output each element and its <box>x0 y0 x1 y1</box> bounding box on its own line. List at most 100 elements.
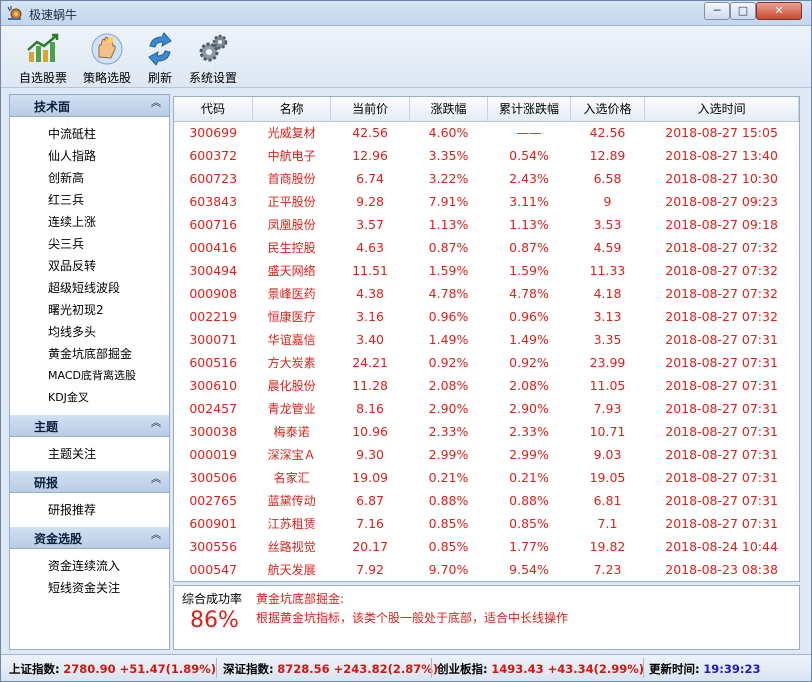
table-row[interactable]: 600516 方大炭素 24.21 0.92% 0.92% 23.99 2018-08-27… <box>174 351 799 374</box>
table-row[interactable]: 002457 青龙管业 8.16 2.90% 2.90% 7.93 2018-08-27 0… <box>174 397 799 420</box>
price-cell: 6.74 <box>356 171 385 186</box>
table-row[interactable]: 300038 梅泰诺 10.96 2.33% 2.33% 10.71 2018-08-27 … <box>174 420 799 443</box>
table-row[interactable]: 300071 华谊嘉信 3.40 1.49% 1.49% 3.35 2018-08-27 0… <box>174 328 799 351</box>
table-row[interactable]: 300494 盛天网络 11.51 1.59% 1.59% 11.33 2018-08-27… <box>174 259 799 282</box>
table-row[interactable]: 300556 丝路视觉 20.17 0.85% 1.77% 19.82 2018-08-24… <box>174 535 799 558</box>
cum-change-cell: 2.90% <box>509 401 549 416</box>
watchlist-button[interactable]: 自选股票 <box>11 30 75 86</box>
sidebar-item[interactable]: 红三兵 <box>10 189 169 211</box>
settings-button[interactable]: 系统设置 <box>185 30 241 86</box>
entry-price-cell: 11.33 <box>589 263 626 278</box>
sidebar-item[interactable]: 短线资金关注 <box>10 577 169 599</box>
table-row[interactable]: 000908 景峰医药 4.38 4.78% 4.78% 4.18 2018-08-27 0… <box>174 282 799 305</box>
close-button[interactable]: ✕ <box>756 2 802 20</box>
strategy-title: 黄金坑底部掘金: <box>256 592 345 606</box>
table-row[interactable]: 600372 中航电子 12.96 3.35% 0.54% 12.89 2018-08-27… <box>174 144 799 167</box>
refresh-button[interactable]: 刷新 <box>141 30 179 86</box>
entry-price-cell: 7.23 <box>593 562 622 577</box>
entry-time-cell: 2018-08-27 09:18 <box>665 217 778 232</box>
name-cell: 梅泰诺 <box>273 425 310 439</box>
entry-time-cell: 2018-08-27 07:32 <box>665 263 778 278</box>
cum-change-cell: 0.88% <box>509 493 549 508</box>
column-header[interactable]: 入选价格 <box>570 97 646 122</box>
entry-time-cell: 2018-08-27 15:05 <box>665 125 778 141</box>
sidebar-item[interactable]: 超级短线波段 <box>10 277 169 299</box>
entry-time-cell: 2018-08-27 07:31 <box>665 470 778 485</box>
cum-change-cell: 1.77% <box>509 539 549 554</box>
entry-time-cell: 2018-08-27 07:31 <box>665 447 778 462</box>
change-cell: 1.49% <box>428 332 469 347</box>
code-cell: 000908 <box>189 286 238 301</box>
sidebar-item[interactable]: 资金连续流入 <box>10 555 169 577</box>
strategy-button[interactable]: 策略选股 <box>79 30 135 86</box>
column-header[interactable]: 当前价 <box>330 97 410 122</box>
code-cell: 300556 <box>189 539 238 554</box>
change-cell: 0.87% <box>428 240 469 255</box>
section-header-technical[interactable]: 技术面 ︽ <box>10 95 169 117</box>
sidebar-item[interactable]: 曙光初现2 <box>10 299 169 321</box>
column-header[interactable]: 入选时间 <box>644 97 799 122</box>
sidebar-item[interactable]: MACD底背离选股 <box>10 365 169 387</box>
sidebar-item[interactable]: 尖三兵 <box>10 233 169 255</box>
code-cell: 002219 <box>189 309 238 324</box>
name-cell: 丝路视觉 <box>267 540 316 554</box>
collapse-chevron-icon[interactable]: ︽ <box>149 417 163 431</box>
price-cell: 19.09 <box>352 470 388 485</box>
entry-time-cell: 2018-08-27 07:31 <box>665 355 778 370</box>
sidebar-item[interactable]: KDJ金叉 <box>10 387 169 409</box>
entry-price-cell: 4.59 <box>593 240 622 255</box>
cy-index-label: 创业板指: <box>437 662 488 676</box>
sidebar-item[interactable]: 双品反转 <box>10 255 169 277</box>
table-row[interactable]: 600723 首商股份 6.74 3.22% 2.43% 6.58 2018-08-27 1… <box>174 167 799 190</box>
collapse-chevron-icon[interactable]: ︽ <box>149 97 163 111</box>
update-time: 更新时间: 19:39:23 <box>649 661 760 677</box>
entry-price-cell: 3.13 <box>593 309 622 324</box>
table-row[interactable]: 300506 名家汇 19.09 0.21% 0.21% 19.05 2018-08-27 … <box>174 466 799 489</box>
status-divider <box>431 658 432 678</box>
cum-change-cell: 9.54% <box>509 562 549 577</box>
table-row[interactable]: 300610 晨化股份 11.28 2.08% 2.08% 11.05 2018-08-27… <box>174 374 799 397</box>
strategy-description: 根据黄金坑指标，该类个股一般处于底部，适合中长线操作 <box>256 611 569 625</box>
section-header-research[interactable]: 研报 ︽ <box>10 471 169 493</box>
sidebar-item[interactable]: 连续上涨 <box>10 211 169 233</box>
collapse-chevron-icon[interactable]: ︽ <box>149 529 163 543</box>
sidebar-item[interactable]: 创新高 <box>10 167 169 189</box>
window-title: 极速蜗牛 <box>29 8 78 22</box>
sidebar-item[interactable]: 均线多头 <box>10 321 169 343</box>
sidebar-item[interactable]: 研报推荐 <box>10 499 169 521</box>
column-header[interactable]: 累计涨跌幅 <box>487 97 571 122</box>
table-body: 300699 光威复材 42.56 4.60% —— 42.56 2018-08-27 15… <box>174 121 799 581</box>
entry-time-cell: 2018-08-27 07:31 <box>665 493 778 508</box>
price-cell: 8.16 <box>356 401 385 416</box>
entry-price-cell: 3.53 <box>593 217 622 232</box>
table-row[interactable]: 002219 恒康医疗 3.16 0.96% 0.96% 3.13 2018-08-27 0… <box>174 305 799 328</box>
maximize-button[interactable]: □ <box>730 2 756 20</box>
name-cell: 蓝黛传动 <box>267 494 316 508</box>
table-row[interactable]: 002765 蓝黛传动 6.87 0.88% 0.88% 6.81 2018-08-27 0… <box>174 489 799 512</box>
sidebar-item[interactable]: 黄金坑底部掘金 <box>10 343 169 365</box>
price-cell: 12.96 <box>352 148 388 163</box>
sidebar-item[interactable]: 仙人指路 <box>10 145 169 167</box>
entry-time-cell: 2018-08-27 07:32 <box>665 240 778 255</box>
column-header[interactable]: 名称 <box>252 97 332 122</box>
section-header-theme[interactable]: 主题 ︽ <box>10 415 169 437</box>
sidebar-item[interactable]: 中流砥柱 <box>10 123 169 145</box>
table-row[interactable]: 600716 凤凰股份 3.57 1.13% 1.13% 3.53 2018-08-27 0… <box>174 213 799 236</box>
entry-time-cell: 2018-08-27 09:23 <box>665 194 778 209</box>
price-cell: 4.63 <box>356 240 385 255</box>
table-row[interactable]: 300699 光威复材 42.56 4.60% —— 42.56 2018-08-27 15… <box>174 121 799 144</box>
section-items-capital: 资金连续流入 短线资金关注 <box>10 549 169 605</box>
minimize-button[interactable]: ─ <box>704 2 730 20</box>
sidebar-item[interactable]: 主题关注 <box>10 443 169 465</box>
table-row[interactable]: 000547 航天发展 7.92 9.70% 9.54% 7.23 2018-08-23 0… <box>174 558 799 581</box>
column-header[interactable]: 涨跌幅 <box>409 97 489 122</box>
section-header-capital[interactable]: 资金选股 ︽ <box>10 527 169 549</box>
table-row[interactable]: 603843 正平股份 9.28 7.91% 3.11% 9 2018-08-27 09:2… <box>174 190 799 213</box>
table-row[interactable]: 000416 民生控股 4.63 0.87% 0.87% 4.59 2018-08-27 0… <box>174 236 799 259</box>
column-header[interactable]: 代码 <box>174 97 253 122</box>
table-row[interactable]: 000019 深深宝Ａ 9.30 2.99% 2.99% 9.03 2018-08-27 0… <box>174 443 799 466</box>
collapse-chevron-icon[interactable]: ︽ <box>149 473 163 487</box>
cy-index: 创业板指: 1493.43 +43.34(2.99%) <box>437 661 644 677</box>
table-row[interactable]: 600901 江苏租赁 7.16 0.85% 0.85% 7.1 2018-08-27 07… <box>174 512 799 535</box>
code-cell: 000547 <box>189 562 238 577</box>
